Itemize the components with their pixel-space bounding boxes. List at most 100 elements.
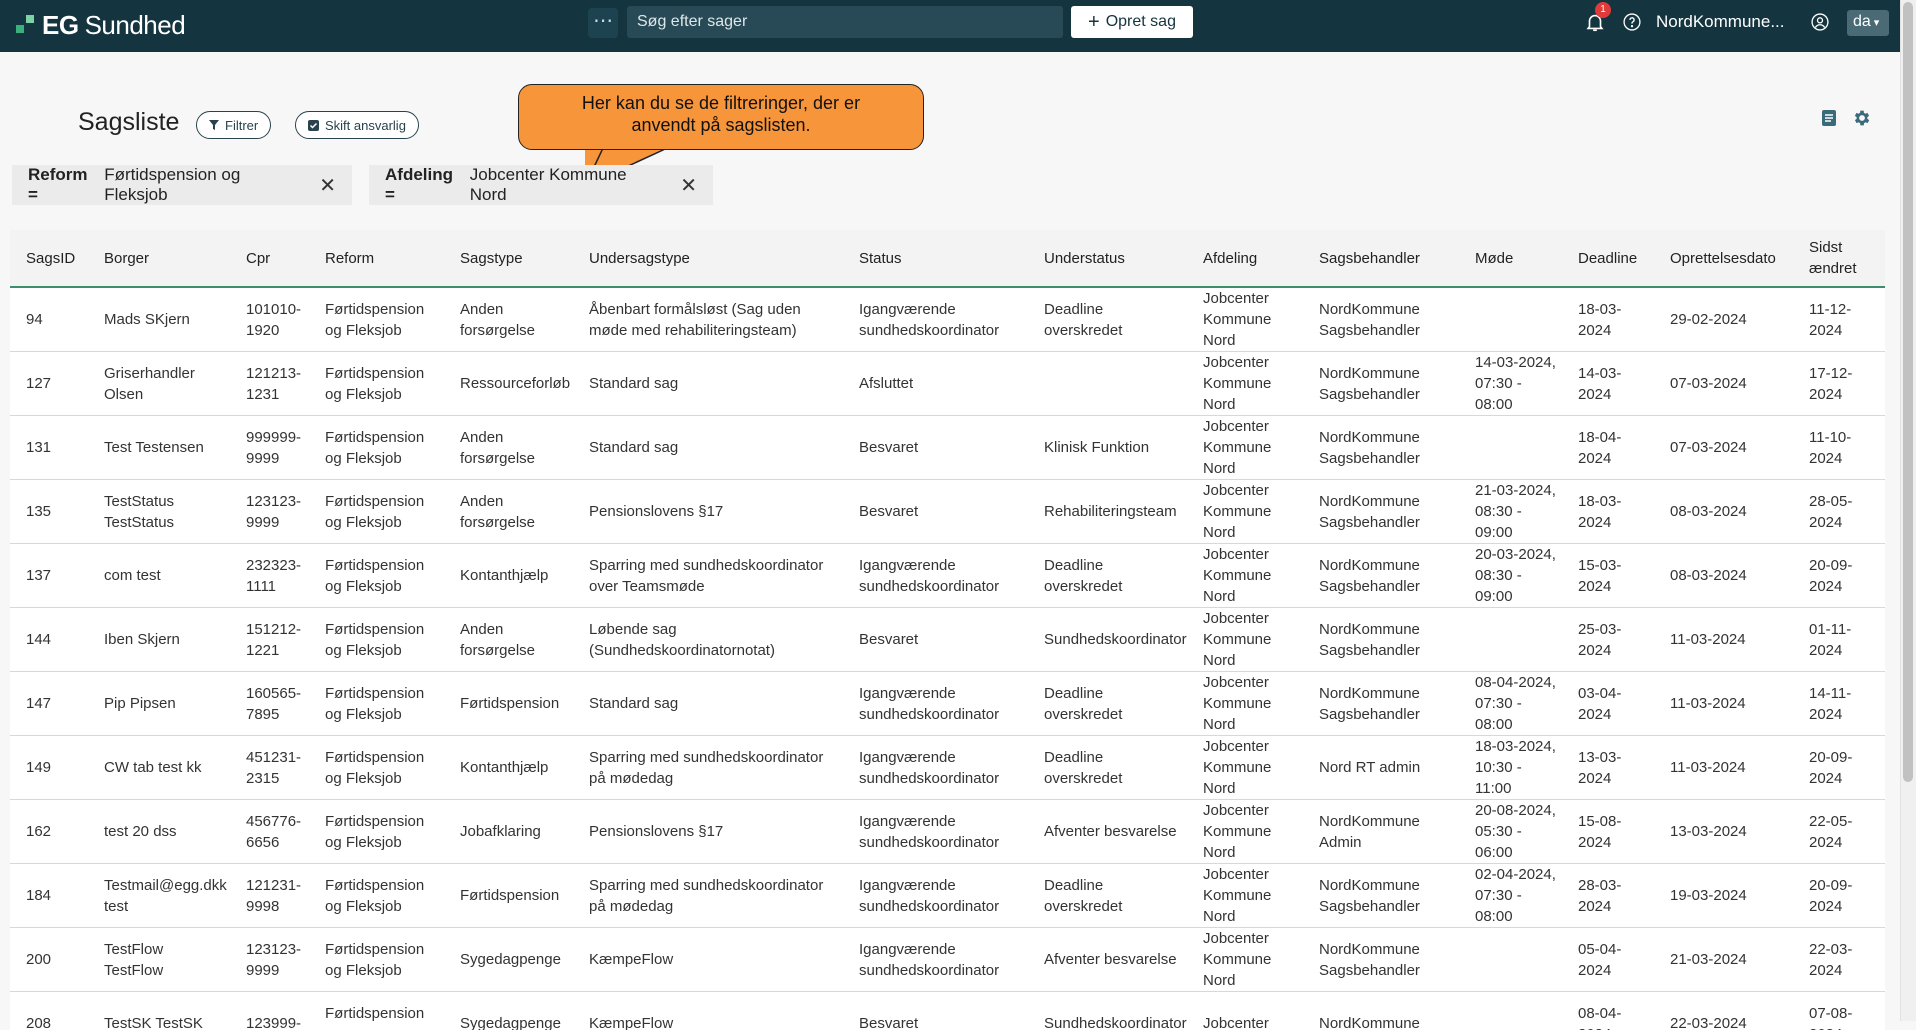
table-cell: 121231-9998 [230,864,309,928]
table-cell: Jobcenter Kommune Nord [1187,864,1303,928]
table-cell: TestFlow TestFlow [88,928,230,992]
app-logo[interactable]: EGSundhed [16,10,185,40]
column-header[interactable]: Understatus [1028,230,1187,287]
logo-mark-icon [16,15,36,35]
table-cell: 21-03-2024, 08:30 - 09:00 [1459,480,1562,544]
table-cell: 18-04-2024 [1562,416,1654,480]
scrollbar-thumb[interactable] [1903,2,1913,782]
table-cell: 22-03-2024 [1793,928,1885,992]
table-row[interactable]: 200TestFlow TestFlow123123-9999Førtidspe… [10,928,1885,992]
gear-icon[interactable] [1852,108,1872,128]
table-cell: 20-08-2024, 05:30 - 06:00 [1459,800,1562,864]
table-cell: 07-03-2024 [1654,352,1793,416]
column-header[interactable]: Møde [1459,230,1562,287]
column-header[interactable]: Sidst ændret [1793,230,1885,287]
table-row[interactable]: 94Mads SKjern101010-1920Førtidspension o… [10,287,1885,352]
table-cell: 18-03-2024 [1562,480,1654,544]
table-cell: Førtidspension og Fleksjob [309,287,444,352]
table-cell: Pensionslovens §17 [573,800,843,864]
table-cell: NordKommune Sagsbehandler [1303,352,1459,416]
table-cell: 13-03-2024 [1562,736,1654,800]
create-case-button[interactable]: + Opret sag [1071,6,1193,38]
table-row[interactable]: 135TestStatus TestStatus123123-9999Førti… [10,480,1885,544]
table-cell: Test Testensen [88,416,230,480]
table-row[interactable]: 131Test Testensen999999-9999Førtidspensi… [10,416,1885,480]
table-cell: Sparring med sundhedskoordinator på møde… [573,864,843,928]
column-header[interactable]: Sagsbehandler [1303,230,1459,287]
change-responsible-label: Skift ansvarlig [325,118,406,133]
table-cell: Igangværende sundhedskoordinator [843,864,1028,928]
table-cell: CW tab test kk [88,736,230,800]
table-cell [1459,992,1562,1030]
table-cell: 14-11-2024 [1793,672,1885,736]
filter-chip-value: Jobcenter Kommune Nord [470,165,661,205]
table-cell [1459,928,1562,992]
table-cell: 17-12-2024 [1793,352,1885,416]
logo-text: Sundhed [85,10,186,40]
column-header[interactable]: Undersagstype [573,230,843,287]
table-cell: 101010-1920 [230,287,309,352]
column-header[interactable]: Cpr [230,230,309,287]
table-cell: Jobcenter Kommune Nord [1187,800,1303,864]
table-cell: Afventer besvarelse [1028,928,1187,992]
column-header[interactable]: SagsID [10,230,88,287]
filter-chip-afdeling: Afdeling = Jobcenter Kommune Nord ✕ [369,165,713,205]
column-header[interactable]: Borger [88,230,230,287]
table-cell: 149 [10,736,88,800]
table-cell: NordKommune Sagsbehandler [1303,864,1459,928]
column-header[interactable]: Deadline [1562,230,1654,287]
table-cell: 11-03-2024 [1654,736,1793,800]
notification-badge: 1 [1595,2,1611,18]
column-header[interactable]: Sagstype [444,230,573,287]
table-cell: Jobcenter Kommune Nord [1187,544,1303,608]
organization-name[interactable]: NordKommune... [1656,12,1785,32]
table-cell: Nord RT admin [1303,736,1459,800]
column-header[interactable]: Afdeling [1187,230,1303,287]
change-responsible-button[interactable]: Skift ansvarlig [295,111,419,139]
column-header[interactable]: Status [843,230,1028,287]
table-cell: 94 [10,287,88,352]
table-cell: Førtidspension og Fleksjob [309,672,444,736]
table-cell: Sygedagpenge [444,992,573,1030]
table-row[interactable]: 137com test232323-1111Førtidspension og … [10,544,1885,608]
table-cell: 144 [10,608,88,672]
column-header[interactable]: Reform [309,230,444,287]
table-row[interactable]: 184Testmail@egg.dkk test121231-9998Førti… [10,864,1885,928]
table-cell [1028,352,1187,416]
page-title: Sagsliste [78,108,179,137]
help-icon[interactable] [1622,12,1642,32]
table-cell: 13-03-2024 [1654,800,1793,864]
user-icon[interactable] [1810,12,1830,32]
table-cell: 03-04-2024 [1562,672,1654,736]
table-cell: 160565-7895 [230,672,309,736]
column-header[interactable]: Oprettelsesdato [1654,230,1793,287]
table-cell: 451231-2315 [230,736,309,800]
table-row[interactable]: 208TestSK TestSK123999-Førtidspension og… [10,992,1885,1030]
table-cell: Klinisk Funktion [1028,416,1187,480]
close-icon[interactable]: ✕ [680,173,697,198]
table-row[interactable]: 127Griserhandler Olsen121213-1231Førtids… [10,352,1885,416]
table-cell: 135 [10,480,88,544]
language-select[interactable]: da▾ [1847,10,1889,36]
filter-button[interactable]: Filtrer [196,111,271,139]
table-cell: Sparring med sundhedskoordinator på møde… [573,736,843,800]
checkbox-icon [308,120,319,131]
table-cell: Deadline overskredet [1028,672,1187,736]
table-cell: 14-03-2024 [1562,352,1654,416]
table-cell: 123999- [230,992,309,1030]
table-cell: 456776-6656 [230,800,309,864]
table-cell: Igangværende sundhedskoordinator [843,736,1028,800]
table-row[interactable]: 144Iben Skjern151212-1221Førtidspension … [10,608,1885,672]
more-menu-button[interactable]: ⋯ [588,8,618,38]
search-input[interactable] [627,6,1063,38]
table-row[interactable]: 162test 20 dss456776-6656Førtidspension … [10,800,1885,864]
document-list-icon[interactable] [1820,109,1838,127]
table-cell: Kontanthjælp [444,736,573,800]
filter-chip-reform: Reform = Førtidspension og Fleksjob ✕ [12,165,352,205]
table-row[interactable]: 149CW tab test kk451231-2315Førtidspensi… [10,736,1885,800]
table-cell: Besvaret [843,608,1028,672]
table-cell: 200 [10,928,88,992]
table-row[interactable]: 147Pip Pipsen160565-7895Førtidspension o… [10,672,1885,736]
close-icon[interactable]: ✕ [319,173,336,198]
table-cell: Anden forsørgelse [444,416,573,480]
